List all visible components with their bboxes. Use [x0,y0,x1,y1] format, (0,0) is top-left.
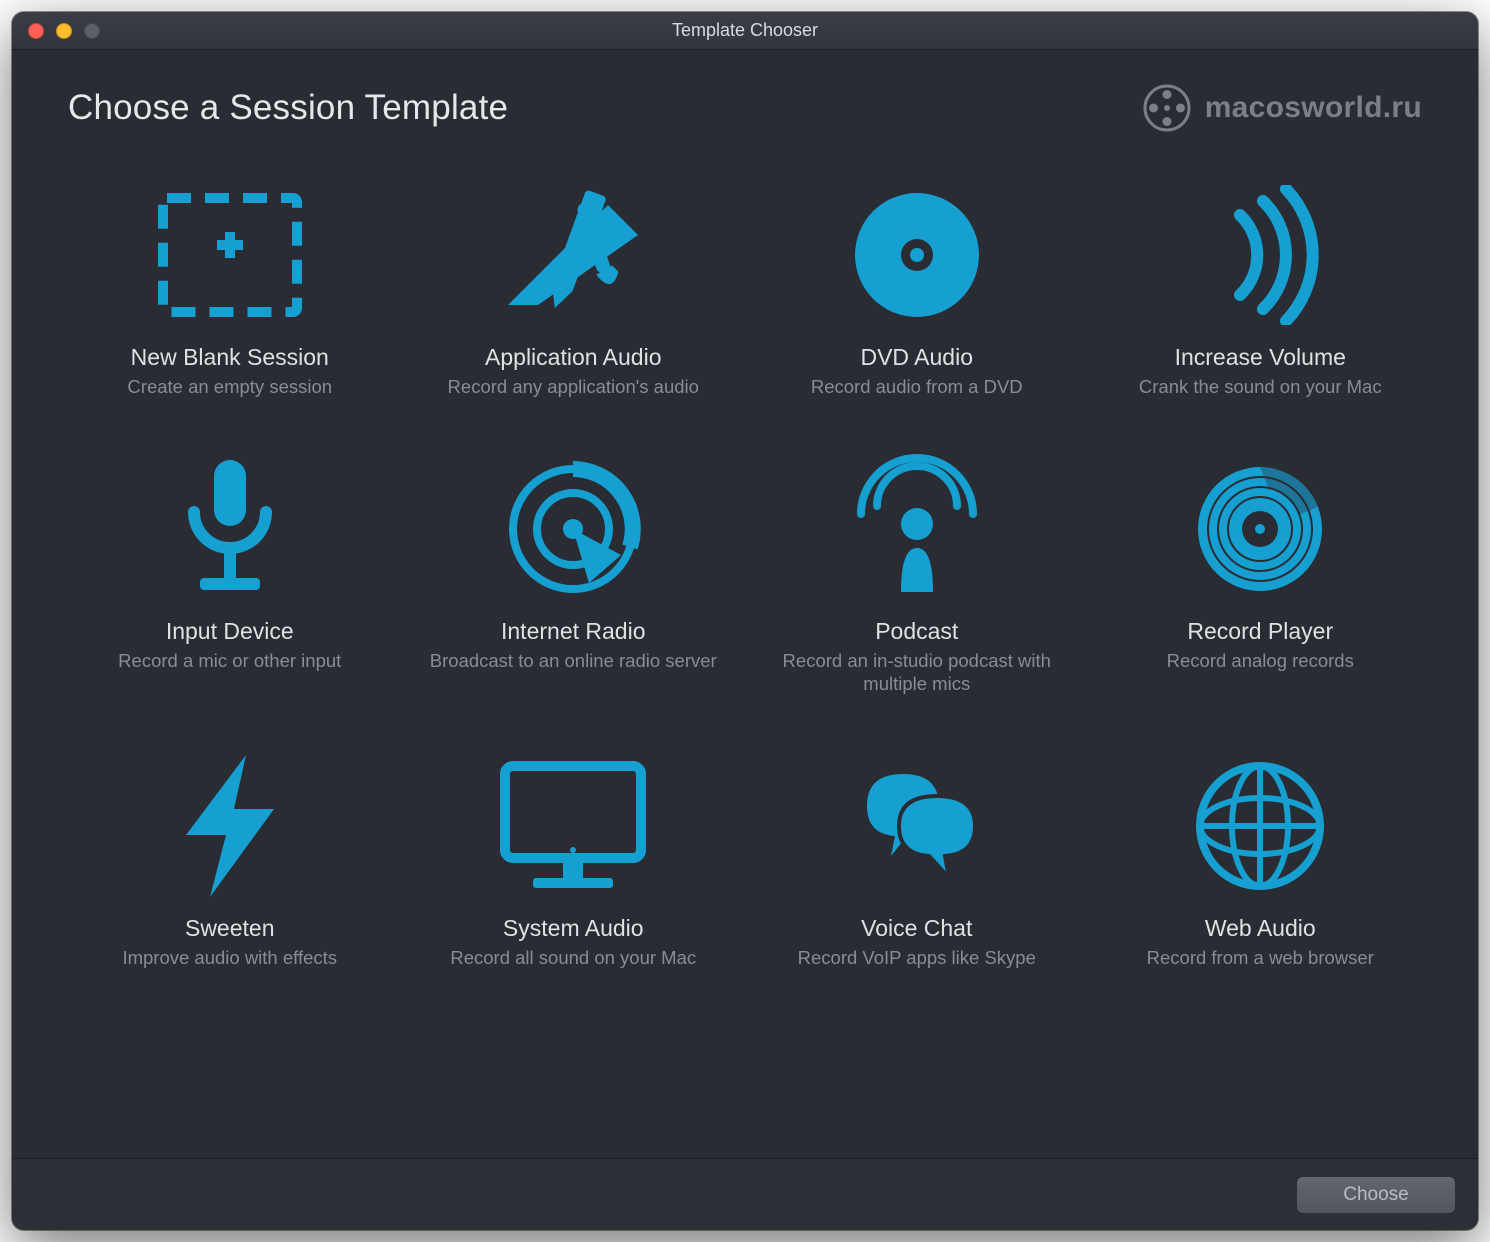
template-title: System Audio [503,915,644,942]
minimize-button[interactable] [56,23,72,39]
template-desc: Record analog records [1167,649,1354,672]
sweeten-icon [140,751,320,901]
template-title: Voice Chat [861,915,972,942]
system-audio-icon [483,751,663,901]
template-input-device[interactable]: Input Device Record a mic or other input [68,448,392,701]
template-record-player[interactable]: Record Player Record analog records [1099,448,1423,701]
increase-volume-icon [1170,180,1350,330]
template-desc: Create an empty session [127,375,332,398]
template-desc: Record audio from a DVD [811,375,1023,398]
podcast-icon [827,454,1007,604]
header-row: Choose a Session Template macosworld.ru [68,84,1422,132]
traffic-lights [28,23,100,39]
zoom-button[interactable] [84,23,100,39]
template-title: Web Audio [1205,915,1316,942]
template-desc: Crank the sound on your Mac [1139,375,1382,398]
template-desc: Record a mic or other input [118,649,341,672]
application-audio-icon [483,180,663,330]
record-player-icon [1170,454,1350,604]
voice-chat-icon [827,751,1007,901]
watermark-text: macosworld.ru [1205,91,1422,125]
template-desc: Broadcast to an online radio server [430,649,717,672]
template-application-audio[interactable]: Application Audio Record any application… [412,174,736,404]
template-title: Podcast [875,618,958,645]
template-title: Increase Volume [1175,344,1346,371]
template-desc: Record all sound on your Mac [450,946,696,969]
template-chooser-window: Template Chooser Choose a Session Templa… [12,12,1478,1230]
page-title: Choose a Session Template [68,88,508,128]
template-increase-volume[interactable]: Increase Volume Crank the sound on your … [1099,174,1423,404]
template-title: DVD Audio [860,344,973,371]
template-new-blank-session[interactable]: New Blank Session Create an empty sessio… [68,174,392,404]
dvd-audio-icon [827,180,1007,330]
new-blank-icon [140,180,320,330]
template-system-audio[interactable]: System Audio Record all sound on your Ma… [412,745,736,975]
choose-button[interactable]: Choose [1296,1176,1456,1214]
template-title: New Blank Session [131,344,329,371]
template-title: Internet Radio [501,618,645,645]
template-sweeten[interactable]: Sweeten Improve audio with effects [68,745,392,975]
window-title: Template Chooser [12,20,1478,41]
web-audio-icon [1170,751,1350,901]
template-title: Sweeten [185,915,275,942]
template-desc: Improve audio with effects [122,946,337,969]
choose-button-label: Choose [1343,1184,1409,1206]
template-desc: Record any application's audio [448,375,699,398]
film-reel-icon [1143,84,1191,132]
templates-grid: New Blank Session Create an empty sessio… [68,174,1422,976]
template-voice-chat[interactable]: Voice Chat Record VoIP apps like Skype [755,745,1079,975]
footer: Choose [12,1158,1478,1230]
template-dvd-audio[interactable]: DVD Audio Record audio from a DVD [755,174,1079,404]
template-internet-radio[interactable]: Internet Radio Broadcast to an online ra… [412,448,736,701]
template-web-audio[interactable]: Web Audio Record from a web browser [1099,745,1423,975]
template-desc: Record VoIP apps like Skype [798,946,1036,969]
content-area: Choose a Session Template macosworld.ru [12,50,1478,1158]
template-title: Record Player [1187,618,1333,645]
template-title: Application Audio [485,344,661,371]
internet-radio-icon [483,454,663,604]
template-desc: Record from a web browser [1147,946,1374,969]
template-title: Input Device [166,618,294,645]
watermark: macosworld.ru [1143,84,1422,132]
template-podcast[interactable]: Podcast Record an in-studio podcast with… [755,448,1079,701]
titlebar: Template Chooser [12,12,1478,50]
close-button[interactable] [28,23,44,39]
input-device-icon [140,454,320,604]
template-desc: Record an in-studio podcast with multipl… [767,649,1067,695]
